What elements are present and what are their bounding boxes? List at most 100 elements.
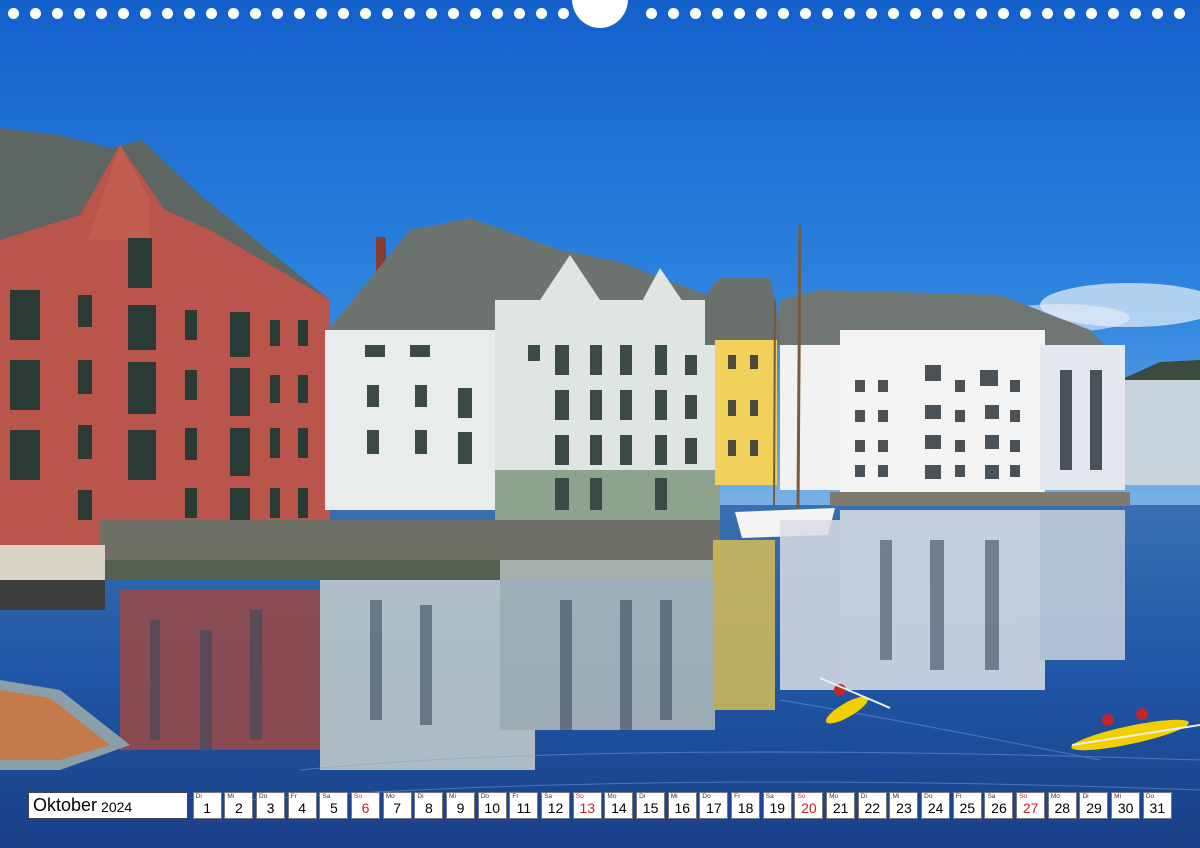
binding-hole (272, 8, 283, 19)
day-number: 13 (579, 800, 596, 816)
day-cell: Mi 16 (667, 792, 697, 819)
binding-hole (382, 8, 393, 19)
day-cell: Fr 18 (731, 792, 761, 819)
day-number: 27 (1022, 800, 1039, 816)
day-number: 3 (266, 800, 275, 816)
day-number: 31 (1149, 800, 1166, 816)
binding-hole (52, 8, 63, 19)
day-cell: Do 31 (1142, 792, 1172, 819)
day-number: 23 (896, 800, 912, 816)
binding-hole (74, 8, 85, 19)
day-cell: Sa 26 (984, 792, 1014, 819)
binding-hole (1152, 8, 1163, 19)
day-number: 12 (547, 800, 564, 816)
binding-hole (338, 8, 349, 19)
calendar-page: Oktober 2024 Di 1 Mi 2 Do 3 Fr 4 Sa 5 So 6 Mo 7 Di 8 Mi 9… (0, 0, 1200, 848)
binding-hole (976, 8, 987, 19)
binding-hole (96, 8, 107, 19)
day-cell: So 27 (1016, 792, 1046, 819)
day-cells: Di 1 Mi 2 Do 3 Fr 4 Sa 5 So 6 Mo 7 Di 8 Mi 9 Do 10 Fr 11 Sa 12 S… (190, 792, 1172, 820)
binding-hole (668, 8, 679, 19)
day-number: 28 (1054, 800, 1071, 816)
binding-hole (998, 8, 1009, 19)
day-cell: Mo 21 (826, 792, 856, 819)
binding-hole (712, 8, 723, 19)
day-number: 14 (611, 800, 627, 816)
binding-hole (1020, 8, 1031, 19)
day-cell: Do 24 (921, 792, 951, 819)
day-cell: Mi 23 (889, 792, 919, 819)
binding-hole (690, 8, 701, 19)
binding-hole (866, 8, 877, 19)
binding-hole (1064, 8, 1075, 19)
binding-hole (206, 8, 217, 19)
day-cell: So 20 (794, 792, 824, 819)
day-number: 15 (642, 800, 659, 816)
binding-hole (404, 8, 415, 19)
binding-hole (8, 8, 19, 19)
binding-hole (558, 8, 569, 19)
binding-hole (1130, 8, 1141, 19)
day-cell: Di 1 (192, 792, 222, 819)
day-number: 17 (706, 800, 722, 816)
binding-hole (1174, 8, 1185, 19)
day-cell: Sa 19 (762, 792, 792, 819)
month-name: Oktober (33, 795, 98, 815)
day-number: 20 (801, 800, 817, 816)
binding-hole (470, 8, 481, 19)
binding-hole (932, 8, 943, 19)
day-cell: Di 15 (636, 792, 666, 819)
day-cell: Do 3 (256, 792, 286, 819)
binding-hole (228, 8, 239, 19)
binding-hole (822, 8, 833, 19)
binding-hole (250, 8, 261, 19)
day-cell: So 13 (572, 792, 602, 819)
binding-hole (448, 8, 459, 19)
month-label: Oktober 2024 (28, 792, 188, 819)
day-number: 7 (393, 800, 402, 816)
binding-hole (1086, 8, 1097, 19)
binding-hole (954, 8, 965, 19)
calendar-strip: Oktober 2024 Di 1 Mi 2 Do 3 Fr 4 Sa 5 So 6 Mo 7 Di 8 Mi 9… (28, 792, 1172, 820)
binding-hole (1108, 8, 1119, 19)
day-cell: Di 8 (414, 792, 444, 819)
day-number: 24 (927, 800, 944, 816)
day-number: 30 (1117, 800, 1134, 816)
binding-hole (426, 8, 437, 19)
day-number: 26 (991, 800, 1007, 816)
day-number: 18 (737, 800, 754, 816)
binding-hole (184, 8, 195, 19)
day-cell: Mo 28 (1047, 792, 1077, 819)
day-number: 21 (832, 800, 849, 816)
binding-hole (30, 8, 41, 19)
binding-hole (514, 8, 525, 19)
binding-hole (778, 8, 789, 19)
day-number: 9 (456, 800, 465, 816)
day-cell: Fr 25 (952, 792, 982, 819)
day-number: 5 (329, 800, 338, 816)
day-cell: Mo 7 (382, 792, 412, 819)
binding-hole (316, 8, 327, 19)
month-year: 2024 (101, 799, 133, 815)
binding-hole (756, 8, 767, 19)
day-number: 22 (864, 800, 881, 816)
binding-hole (734, 8, 745, 19)
yellow-building (705, 278, 785, 485)
day-cell: Do 17 (699, 792, 729, 819)
day-cell: Di 22 (857, 792, 887, 819)
binding-hole (492, 8, 503, 19)
day-number: 6 (361, 800, 370, 816)
day-cell: Mo 14 (604, 792, 634, 819)
day-cell: Sa 12 (541, 792, 571, 819)
day-cell: Mi 30 (1111, 792, 1141, 819)
day-number: 25 (959, 800, 976, 816)
day-number: 19 (769, 800, 786, 816)
binding-hole (162, 8, 173, 19)
day-number: 16 (674, 800, 691, 816)
day-cell: Fr 4 (287, 792, 317, 819)
binding-hole (360, 8, 371, 19)
binding-hole (800, 8, 811, 19)
binding-hole (294, 8, 305, 19)
binding-hole (646, 8, 657, 19)
day-cell: Mi 9 (446, 792, 476, 819)
